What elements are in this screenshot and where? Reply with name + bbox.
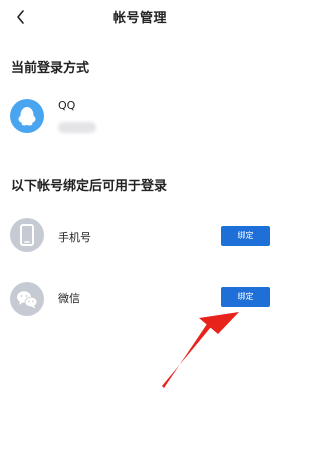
phone-icon [10, 218, 44, 252]
section-heading-bind-accounts: 以下帐号绑定后可用于登录 [11, 179, 168, 194]
current-account-id-blurred [58, 122, 96, 133]
section-heading-current-login: 当前登录方式 [11, 61, 90, 76]
bind-item-wechat-label: 微信 [58, 292, 80, 305]
bind-wechat-button[interactable]: 绑定 [221, 287, 270, 307]
qq-penguin-icon [10, 99, 44, 133]
page-title: 帐号管理 [112, 11, 167, 26]
bind-phone-button[interactable]: 绑定 [221, 226, 270, 246]
current-account-name: QQ [58, 99, 76, 112]
wechat-icon [10, 282, 44, 316]
header-bar: 帐号管理 [0, 0, 280, 34]
bind-item-phone-label: 手机号 [58, 231, 91, 244]
